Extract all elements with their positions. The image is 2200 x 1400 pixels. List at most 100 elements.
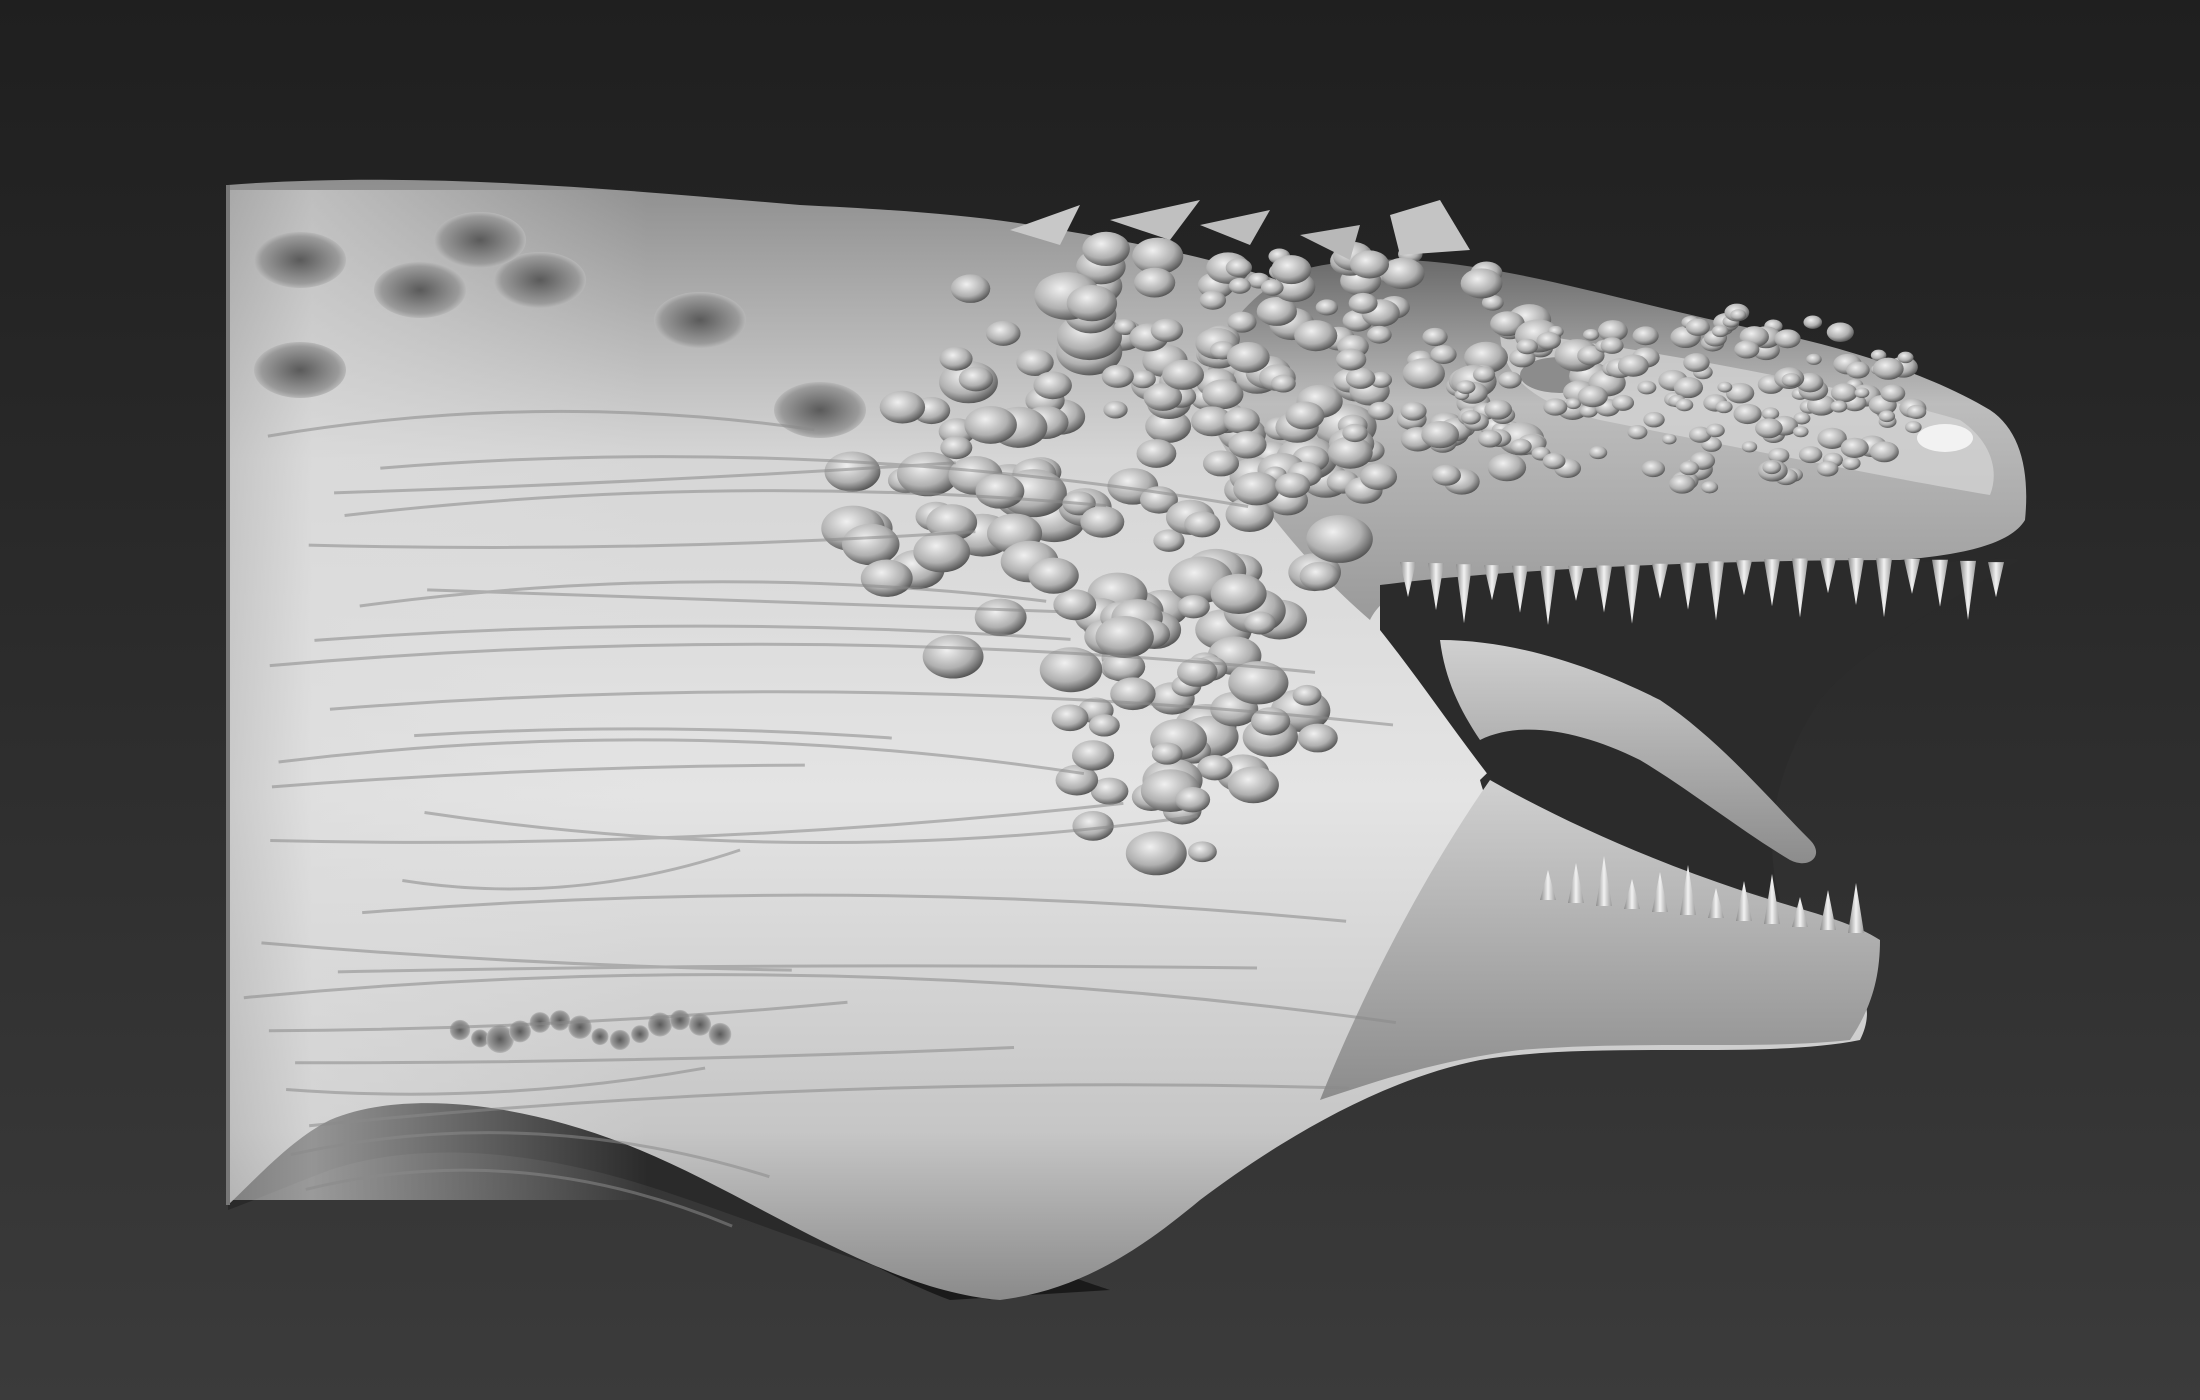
scale xyxy=(1826,322,1854,342)
skin-pit xyxy=(609,1029,631,1050)
scale xyxy=(1125,831,1187,876)
skin-pit xyxy=(669,1009,691,1031)
scale xyxy=(1051,704,1089,732)
scale xyxy=(1641,460,1666,478)
scale xyxy=(950,274,991,303)
scale xyxy=(1846,361,1870,379)
scale xyxy=(1583,328,1600,341)
scale xyxy=(1643,411,1665,428)
scale xyxy=(1275,472,1311,498)
scale xyxy=(1066,284,1118,322)
scale xyxy=(1510,438,1532,455)
scale xyxy=(1905,421,1922,434)
sculpt-render xyxy=(226,179,2027,1300)
lower-tooth xyxy=(1848,883,1864,933)
scale xyxy=(1617,354,1649,377)
dorsal-bump xyxy=(254,342,346,398)
scale xyxy=(1701,481,1719,494)
scale xyxy=(1367,325,1392,344)
scale xyxy=(1781,373,1801,387)
scale xyxy=(1350,250,1390,279)
scale xyxy=(1294,320,1338,352)
scale xyxy=(1662,433,1677,445)
scale xyxy=(1080,506,1125,538)
scale xyxy=(1734,340,1760,359)
scale xyxy=(1516,338,1538,355)
skin-pit xyxy=(549,1010,571,1031)
scale xyxy=(958,366,994,392)
scale xyxy=(1774,329,1801,349)
scale xyxy=(1421,421,1460,449)
spike xyxy=(1300,225,1360,260)
scale xyxy=(974,598,1027,637)
scale xyxy=(1184,511,1221,538)
scale xyxy=(1637,380,1657,395)
scale xyxy=(1260,279,1284,296)
scale xyxy=(1717,381,1733,393)
scale xyxy=(1228,431,1267,459)
scale xyxy=(841,523,900,566)
skin-pit xyxy=(708,1022,732,1046)
scale xyxy=(1053,589,1097,621)
cut-edge xyxy=(226,185,230,1205)
viewport[interactable] xyxy=(0,0,2200,1400)
skin-pit xyxy=(568,1015,592,1039)
scale xyxy=(985,320,1021,346)
dorsal-bump xyxy=(254,232,346,288)
scale xyxy=(1292,684,1322,706)
scale xyxy=(1798,446,1823,464)
scale xyxy=(1878,410,1896,423)
scale xyxy=(1456,380,1476,395)
spike xyxy=(1200,210,1270,245)
scale xyxy=(1177,595,1210,619)
scale xyxy=(1136,439,1177,468)
scale xyxy=(1543,398,1568,416)
scale xyxy=(913,531,971,573)
scale xyxy=(1103,401,1128,419)
scale xyxy=(1460,268,1503,299)
scale xyxy=(1336,348,1367,371)
scale xyxy=(1600,337,1624,354)
scale xyxy=(1668,474,1696,494)
dorsal-bump xyxy=(774,382,866,438)
skin-pit xyxy=(631,1025,649,1044)
scale xyxy=(1134,267,1176,298)
scale xyxy=(1202,379,1244,410)
scale xyxy=(1033,371,1072,400)
scale xyxy=(1854,387,1870,399)
scale xyxy=(1028,557,1079,594)
scale xyxy=(1226,342,1270,373)
skin-pit xyxy=(688,1013,712,1036)
dorsal-bump xyxy=(374,262,466,318)
dorsal-bump xyxy=(434,212,526,268)
scale xyxy=(1906,404,1927,419)
scale xyxy=(1589,446,1608,460)
scale xyxy=(1627,425,1648,440)
scale xyxy=(1088,714,1120,737)
scale xyxy=(1675,398,1694,412)
scale xyxy=(1755,418,1783,439)
scale xyxy=(1715,400,1733,414)
scale xyxy=(1472,366,1496,383)
scale xyxy=(975,473,1025,509)
scale xyxy=(1162,359,1205,390)
scale xyxy=(1683,353,1710,373)
skin-pit xyxy=(449,1019,471,1041)
scale xyxy=(1711,325,1729,338)
scale xyxy=(1306,515,1373,563)
scale xyxy=(1101,364,1134,388)
scale xyxy=(1806,353,1822,365)
scale xyxy=(1367,401,1394,421)
scale xyxy=(1197,755,1233,781)
scale xyxy=(1880,384,1906,403)
scale xyxy=(1872,357,1904,380)
scale xyxy=(1803,315,1823,329)
scale xyxy=(1151,742,1183,765)
scale xyxy=(1225,258,1252,278)
skin-pit xyxy=(591,1028,609,1046)
scale xyxy=(922,634,984,679)
scale xyxy=(1227,766,1279,804)
scale xyxy=(1071,740,1115,771)
scale xyxy=(1315,299,1339,316)
scale xyxy=(1348,292,1378,314)
